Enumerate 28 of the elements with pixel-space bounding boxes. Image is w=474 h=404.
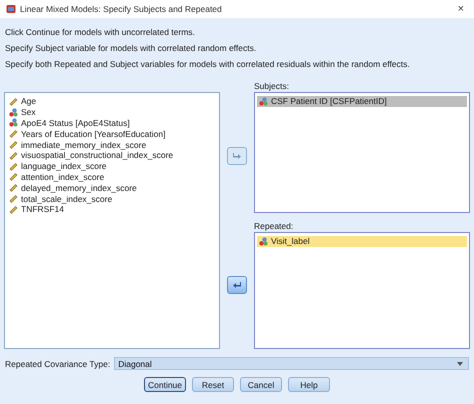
- variable-item[interactable]: Age: [7, 96, 217, 107]
- dialog-button[interactable]: Reset: [192, 377, 234, 392]
- variable-item[interactable]: Visit_label: [257, 236, 467, 247]
- variable-item[interactable]: language_index_score: [7, 160, 217, 172]
- list-label: Subjects:: [254, 80, 290, 92]
- variable-list[interactable]: CSF Patient ID [CSFPatientID]: [254, 92, 470, 213]
- close-button[interactable]: ×: [454, 3, 468, 15]
- dialog-button[interactable]: Help: [288, 377, 330, 392]
- variable-item[interactable]: ApoE4 Status [ApoE4Status]: [7, 118, 217, 128]
- variable-item[interactable]: delayed_memory_index_score: [7, 182, 217, 194]
- variable-list[interactable]: Visit_label: [254, 232, 470, 349]
- dialog-button[interactable]: Cancel: [240, 377, 282, 392]
- variable-item[interactable]: TNFRSF14: [7, 204, 217, 215]
- instruction-text: Click Continue for models with uncorrelated terms.: [5, 27, 196, 37]
- variable-item[interactable]: Sex: [7, 106, 217, 118]
- instruction-text: Specify both Repeated and Subject variables for models with correlated residuals within the random effects.: [5, 59, 411, 69]
- variable-item[interactable]: immediate_memory_index_score: [7, 139, 217, 150]
- variable-item[interactable]: CSF Patient ID [CSFPatientID]: [257, 96, 467, 107]
- instruction-text: Specify Subject variable for models with correlated random effects.: [5, 43, 258, 53]
- covariance-dropdown[interactable]: Diagonal: [114, 357, 469, 370]
- dialog-button[interactable]: Continue: [144, 377, 186, 392]
- variable-item[interactable]: attention_index_score: [7, 172, 217, 182]
- covariance-label: Repeated Covariance Type:: [5, 358, 110, 368]
- variable-item[interactable]: total_scale_index_score: [7, 193, 217, 204]
- variable-item[interactable]: Years of Education [YearsofEducation]: [7, 128, 217, 140]
- variable-item[interactable]: visuospatial_constructional_index_score: [7, 150, 217, 161]
- window-title: Linear Mixed Models: Specify Subjects and Repeated: [20, 4, 223, 14]
- list-label: Repeated:: [254, 220, 294, 232]
